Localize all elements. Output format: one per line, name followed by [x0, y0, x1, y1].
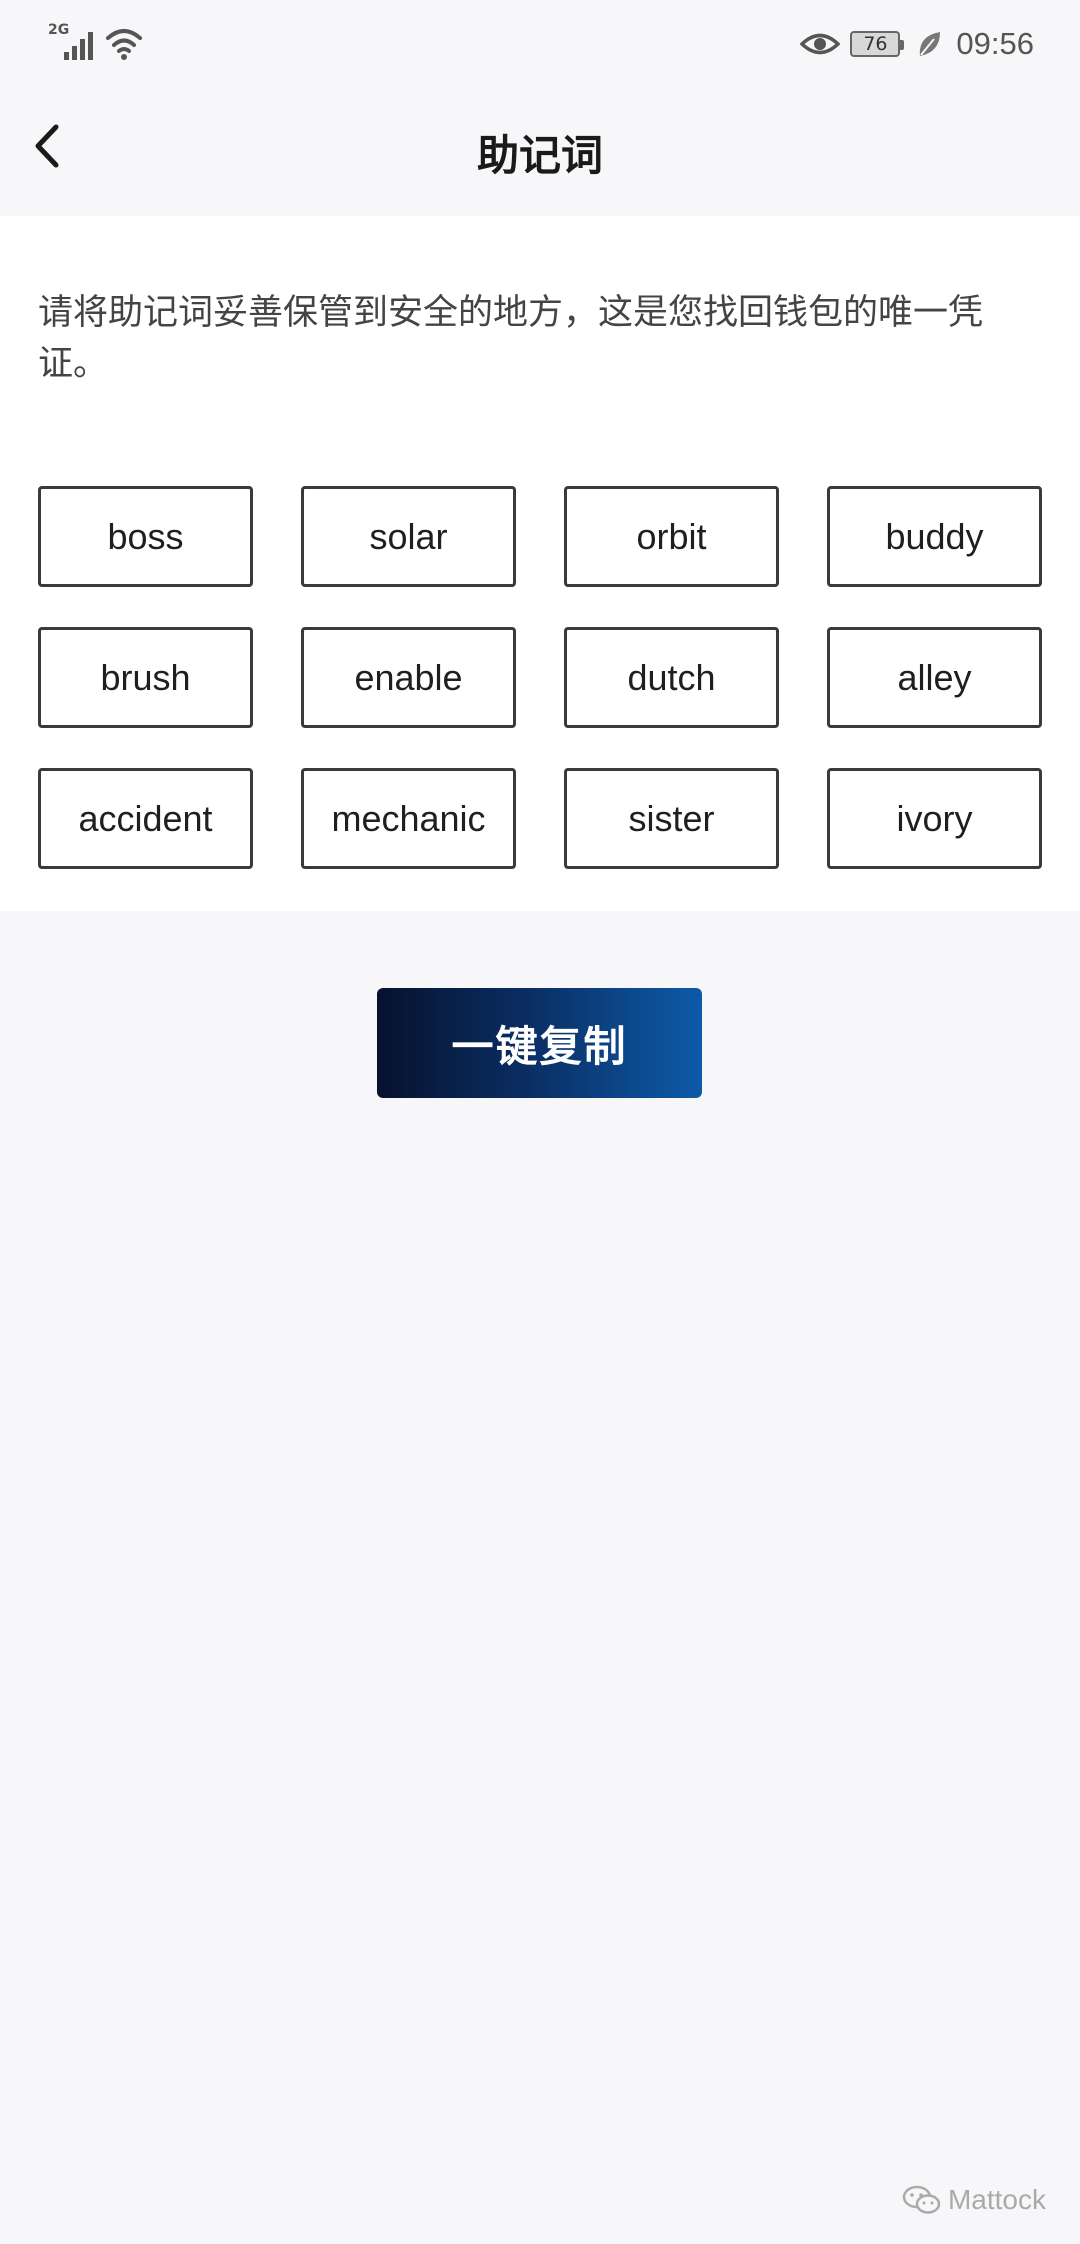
- mnemonic-word: solar: [301, 486, 516, 587]
- battery-icon: 76: [850, 31, 905, 57]
- mnemonic-word: orbit: [564, 486, 779, 587]
- eye-icon: [800, 33, 841, 55]
- mnemonic-word: buddy: [827, 486, 1042, 587]
- nav-bar: 助记词: [0, 86, 1080, 216]
- status-right: 76 09:56: [800, 22, 1034, 66]
- mnemonic-word: boss: [38, 486, 253, 587]
- mnemonic-word: mechanic: [301, 768, 516, 869]
- wechat-icon: [902, 2185, 941, 2214]
- mnemonic-word: enable: [301, 627, 516, 728]
- status-bar: 2G 76 09:56: [0, 0, 1080, 86]
- mnemonic-word-grid: boss solar orbit buddy brush enable dutc…: [38, 486, 1042, 869]
- backup-notice: 请将助记词妥善保管到安全的地方，这是您找回钱包的唯一凭证。: [38, 293, 984, 384]
- mnemonic-card: 请将助记词妥善保管到安全的地方，这是您找回钱包的唯一凭证。 boss solar…: [0, 216, 1080, 911]
- mnemonic-word: ivory: [827, 768, 1042, 869]
- status-time: 09:56: [956, 26, 1034, 61]
- mnemonic-word: accident: [38, 768, 253, 869]
- signal-icon: [64, 32, 93, 60]
- watermark-text: Mattock: [947, 2184, 1046, 2215]
- battery-level: 76: [863, 32, 888, 55]
- mnemonic-word: brush: [38, 627, 253, 728]
- wifi-icon: [106, 29, 142, 60]
- watermark: Mattock: [902, 2184, 1046, 2216]
- mnemonic-word: alley: [827, 627, 1042, 728]
- leaf-icon: [920, 32, 941, 56]
- mnemonic-word: dutch: [564, 627, 779, 728]
- copy-all-button[interactable]: 一键复制: [377, 988, 702, 1098]
- page-title: 助记词: [476, 131, 603, 180]
- mnemonic-word: sister: [564, 768, 779, 869]
